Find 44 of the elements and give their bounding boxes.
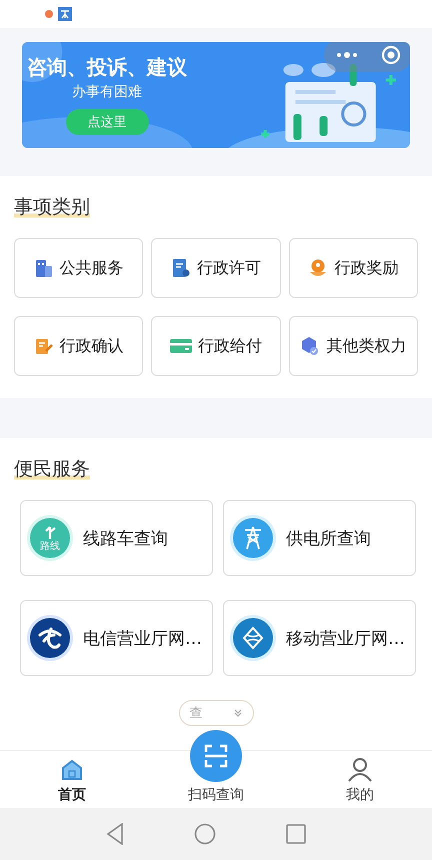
- banner-title: 咨询、投诉、建议: [27, 54, 187, 81]
- telecom-logo-icon: [27, 615, 73, 661]
- building-icon: [34, 258, 54, 278]
- category-card[interactable]: 其他类权力: [288, 316, 418, 376]
- chevron-down-icon: [232, 708, 242, 718]
- document-icon: [170, 258, 191, 278]
- nav-tab[interactable]: 我的: [305, 756, 415, 804]
- card-icon: [170, 338, 192, 354]
- home-button-icon[interactable]: [194, 823, 216, 845]
- category-label: 行政给付: [198, 336, 262, 356]
- category-label: 行政许可: [196, 258, 261, 278]
- user-icon: [347, 756, 373, 782]
- banner-subtitle: 办事有困难: [72, 83, 142, 101]
- category-label: 公共服务: [60, 258, 124, 278]
- more-icon[interactable]: [336, 51, 358, 59]
- mobile-logo-icon: [230, 615, 276, 661]
- service-label: 电信营业厅网…: [83, 628, 202, 650]
- nav-tab[interactable]: 扫码查询: [161, 730, 271, 804]
- category-label: 行政确认: [60, 336, 124, 356]
- power-tower-icon: [230, 515, 276, 561]
- service-label: 移动营业厅网…: [286, 628, 405, 650]
- section-title: 事项类别: [14, 194, 90, 220]
- category-card[interactable]: 行政给付: [151, 316, 281, 376]
- award-icon: [308, 258, 328, 278]
- route-icon: 路线: [30, 518, 70, 558]
- category-label: 行政奖励: [334, 258, 398, 278]
- home-icon: [60, 758, 84, 782]
- category-label: 其他类权力: [326, 336, 406, 356]
- category-card[interactable]: 行政奖励: [288, 238, 418, 298]
- service-label: 线路车查询: [83, 528, 168, 550]
- close-icon[interactable]: [380, 45, 400, 65]
- recents-icon[interactable]: [286, 824, 306, 844]
- nav-tab[interactable]: 首页: [17, 758, 127, 804]
- category-card[interactable]: 行政确认: [14, 316, 144, 376]
- category-card[interactable]: 公共服务: [14, 238, 144, 298]
- service-card[interactable]: 路线 线路车查询: [20, 500, 213, 576]
- service-card[interactable]: 供电所查询: [223, 500, 416, 576]
- edit-document-icon: [34, 336, 54, 356]
- service-card[interactable]: 电信营业厅网…: [20, 600, 213, 676]
- category-card[interactable]: 行政许可: [151, 238, 281, 298]
- cube-icon: [300, 336, 320, 356]
- service-label: 供电所查询: [286, 528, 371, 550]
- back-icon[interactable]: [106, 823, 124, 845]
- service-card[interactable]: 移动营业厅网…: [223, 600, 416, 676]
